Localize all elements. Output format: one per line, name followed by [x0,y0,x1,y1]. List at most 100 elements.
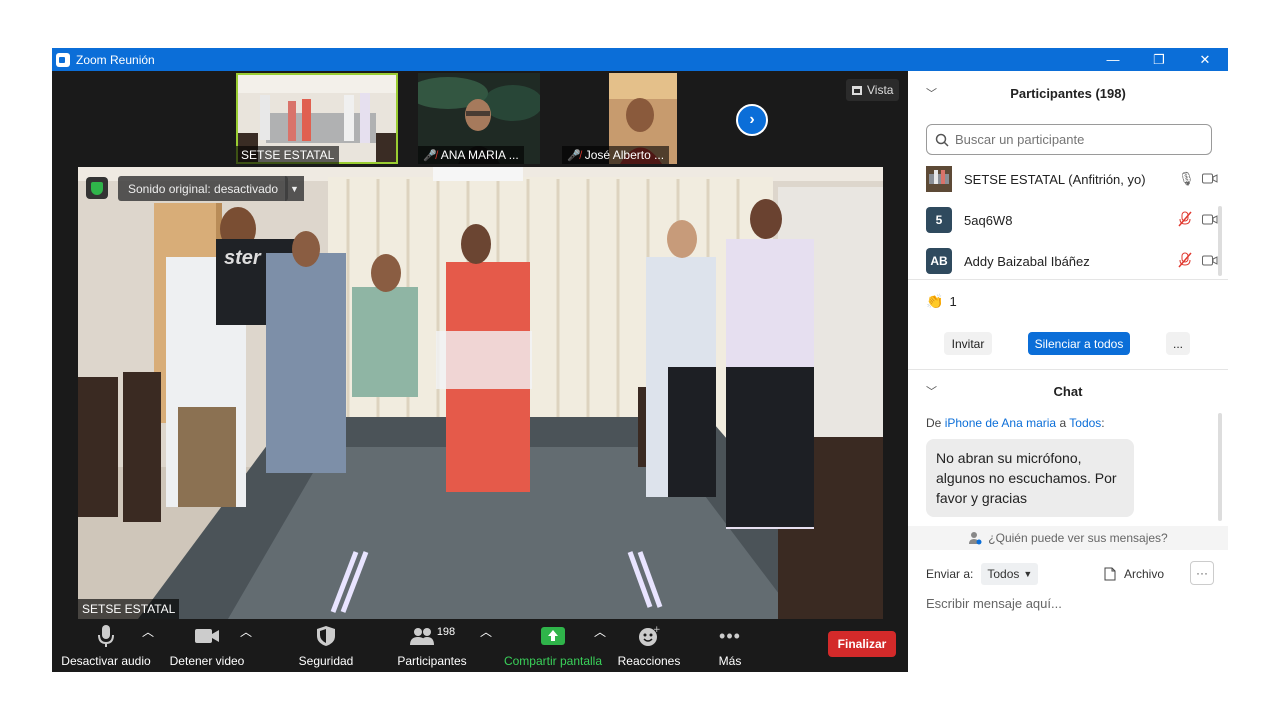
main-video-name: SETSE ESTATAL [78,599,180,619]
search-icon [935,133,949,147]
participants-button[interactable]: 198 Participantes [390,623,474,668]
grid-view-icon [852,85,862,95]
mic-muted-icon[interactable] [1178,252,1192,271]
shield-icon [317,626,335,646]
collapse-chevron-icon[interactable]: ﹀ [926,85,937,101]
security-shield-icon [86,177,108,199]
person-icon [969,532,982,545]
who-can-see-link[interactable]: ¿Quién puede ver sus mensajes? [908,526,1228,550]
send-to-dropdown[interactable]: Todos ▼ [981,563,1039,585]
chat-title: Chat [1053,383,1083,399]
ellipsis-icon: ••• [719,625,741,646]
participants-scrollbar[interactable] [1218,206,1222,276]
avatar-image [926,166,952,192]
video-thumbnail[interactable]: 🎤̸ ANA MARIA ... [418,73,540,164]
original-sound-label: Sonido original: desactivado [128,181,279,196]
video-thumbnail[interactable]: SETSE ESTATAL [236,73,398,164]
collapse-chevron-icon[interactable]: ﹀ [926,383,937,399]
restore-button[interactable]: ❐ [1136,48,1182,71]
mic-muted-icon[interactable] [1178,211,1192,230]
security-button[interactable]: Seguridad [292,623,360,668]
chevron-right-icon: › [749,111,755,128]
mute-audio-button[interactable]: Desactivar audio [60,623,152,668]
file-button[interactable]: Archivo [1104,567,1164,581]
participant-search[interactable] [926,124,1212,155]
security-label: Seguridad [298,654,354,668]
participant-row[interactable]: 5 5aq6W8 [926,206,1218,234]
share-screen-icon [541,627,565,645]
chat-header: ﹀ Chat [908,371,1228,411]
minimize-button[interactable]: — [1090,48,1136,71]
chevron-down-icon: ▼ [1023,569,1033,579]
chat-message-input[interactable] [926,592,1206,614]
share-screen-label: Compartir pantalla [503,654,603,668]
share-screen-button[interactable]: Compartir pantalla [500,623,606,668]
view-button[interactable]: Vista [846,79,900,101]
chat-recipient-link[interactable]: Todos [1069,416,1101,430]
participants-more-button[interactable]: ... [1166,332,1190,355]
file-label: Archivo [1124,567,1165,581]
more-button[interactable]: ••• Más [708,623,752,669]
participants-options-caret[interactable]: ︿ [480,623,492,640]
send-to-label: Enviar a: [926,567,974,581]
title-bar: Zoom Reunión — ❐ ✕ [52,48,1228,71]
avatar: 5 [926,207,952,233]
who-can-see-label: ¿Quién puede ver sus mensajes? [988,531,1168,545]
thumbnail-name: SETSE ESTATAL [236,146,340,164]
microphone-icon [98,625,114,647]
video-options-caret[interactable]: ︿ [240,623,252,640]
video-camera-icon[interactable] [1202,172,1218,187]
meeting-toolbar: Desactivar audio ︿ Detener video ︿ Segur… [52,619,908,672]
mute-all-button[interactable]: Silenciar a todos [1028,332,1130,355]
to-word: a [1059,416,1067,430]
send-to-value: Todos [987,567,1020,581]
share-options-caret[interactable]: ︿ [594,623,606,640]
file-icon [1104,567,1116,581]
view-button-label: Vista [867,83,894,97]
chat-more-button[interactable]: ··· [1190,561,1214,585]
end-meeting-button[interactable]: Finalizar [828,631,896,657]
main-video: Sonido original: desactivado ▼ ster SETS… [78,167,883,619]
svg-text:+: + [653,625,660,635]
video-camera-icon[interactable] [1202,213,1218,228]
microphone-icon[interactable]: 🎙 [1178,171,1195,187]
smiley-icon: + [639,625,660,646]
chat-sender-link[interactable]: iPhone de Ana maria [945,416,1056,430]
reaction-count: 1 [949,294,957,309]
search-input[interactable] [955,132,1195,147]
avatar [926,166,952,192]
participant-row[interactable]: SETSE ESTATAL (Anfitrión, yo) 🎙 [926,165,1218,193]
zoom-window: Zoom Reunión — ❐ ✕ SETSE ESTATAL 🎤̸ ANA … [52,48,1228,672]
mic-muted-icon: 🎤̸ [423,149,437,162]
send-to-row: Enviar a: Todos ▼ [926,563,1039,585]
chat-message-bubble: No abran su micrófono, algunos no escuch… [926,439,1134,517]
chat-scrollbar[interactable] [1218,413,1222,521]
meeting-stage: SETSE ESTATAL 🎤̸ ANA MARIA ... 🎤̸ José A… [52,71,908,672]
stop-video-label: Detener video [169,654,245,668]
mute-audio-label: Desactivar audio [61,654,151,668]
video-thumbnail[interactable]: 🎤̸ José Alberto ... [562,73,677,164]
audio-options-caret[interactable]: ︿ [142,623,154,640]
original-sound-button[interactable]: Sonido original: desactivado [118,176,289,201]
participant-name: Addy Baizabal Ibáñez [964,253,1090,269]
divider [908,369,1228,370]
participant-name: 5aq6W8 [964,212,1013,228]
side-panel: ﹀ Participantes (198) SETSE ESTATAL (Anf… [908,71,1228,672]
participants-header: ﹀ Participantes (198) [908,73,1228,113]
stop-video-button[interactable]: Detener video [164,623,250,668]
avatar: AB [926,248,952,274]
zoom-logo-icon [56,52,70,67]
thumbnail-name: 🎤̸ José Alberto ... [562,146,670,164]
original-sound-dropdown[interactable]: ▼ [284,176,304,201]
chevron-down-icon: ▼ [290,183,299,194]
window-title: Zoom Reunión [76,52,155,67]
reaction-counter: 👏 1 [926,293,957,310]
video-camera-icon[interactable] [1202,254,1218,269]
participants-title: Participantes (198) [1010,85,1126,101]
next-page-button[interactable]: › [736,104,768,136]
reactions-button[interactable]: + Reacciones [616,623,682,668]
invite-button[interactable]: Invitar [944,332,992,355]
main-video-image [78,167,883,619]
participant-row[interactable]: AB Addy Baizabal Ibáñez [926,247,1218,275]
close-button[interactable]: ✕ [1182,48,1228,71]
